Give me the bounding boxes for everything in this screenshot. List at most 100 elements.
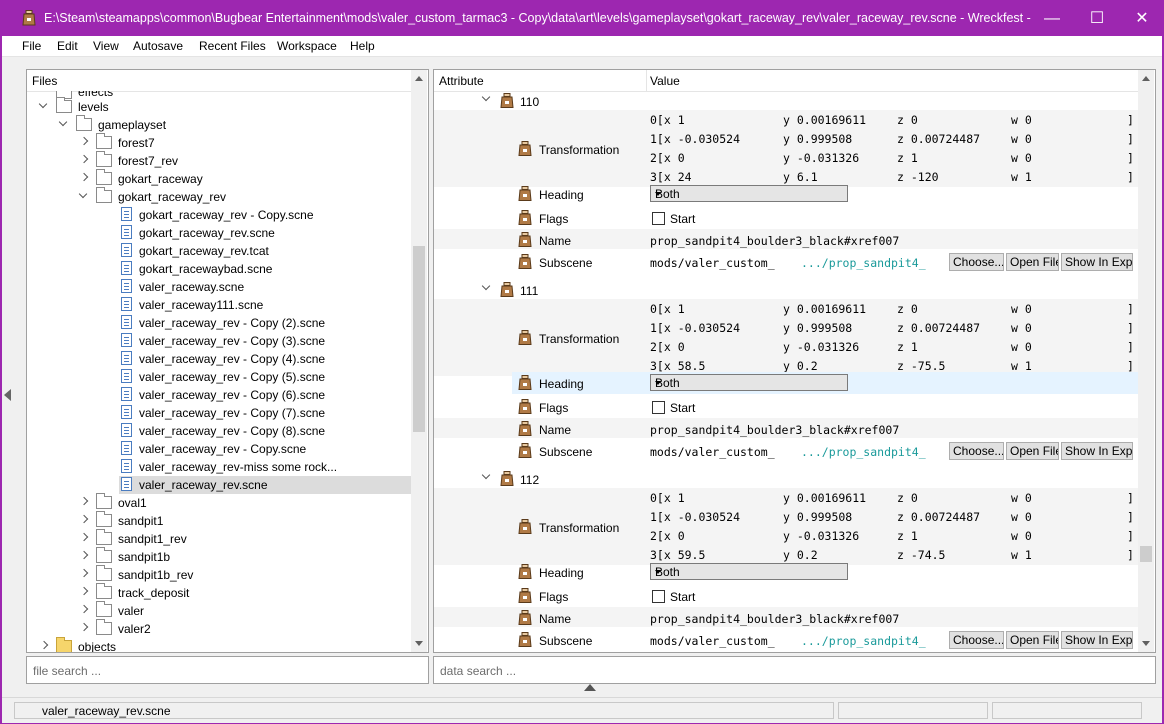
chevron-down-icon[interactable] <box>79 191 89 201</box>
chevron-right-icon[interactable] <box>79 137 89 147</box>
files-scrollbar[interactable] <box>411 70 427 652</box>
files-scroll-thumb[interactable] <box>413 246 425 432</box>
chevron-down-icon[interactable] <box>482 94 492 104</box>
matrix-cell[interactable]: ] <box>1127 302 1134 316</box>
file-item[interactable]: valer_raceway_rev - Copy (8).scne <box>27 422 411 440</box>
chevron-right-icon[interactable] <box>79 551 89 561</box>
matrix-cell[interactable]: w 0 <box>1011 151 1032 165</box>
heading-dropdown[interactable]: Both <box>650 563 848 580</box>
matrix-cell[interactable]: y 0.2 <box>783 548 818 562</box>
close-button[interactable]: ✕ <box>1127 8 1157 30</box>
matrix-cell[interactable]: ] <box>1127 529 1134 543</box>
matrix-cell[interactable]: 1[x -0.030524 <box>650 132 740 146</box>
folder-item[interactable]: sandpit1_rev <box>27 529 411 548</box>
choose-button[interactable]: Choose... <box>949 253 1004 271</box>
file-item[interactable]: valer_raceway_rev.scne <box>119 476 411 494</box>
folder-item[interactable]: valer <box>27 601 411 620</box>
start-checkbox[interactable] <box>652 590 665 603</box>
matrix-cell[interactable]: y 0.999508 <box>783 132 852 146</box>
folder-item[interactable]: track_deposit <box>27 583 411 602</box>
file-item[interactable]: gokart_raceway_rev.tcat <box>27 242 411 260</box>
matrix-cell[interactable]: z 0.00724487 <box>897 321 980 335</box>
matrix-cell[interactable]: w 1 <box>1011 548 1032 562</box>
folder-item[interactable]: forest7 <box>27 133 411 152</box>
scroll-up-icon[interactable] <box>415 76 423 81</box>
chevron-down-icon[interactable] <box>39 101 49 111</box>
choose-button[interactable]: Choose... <box>949 442 1004 460</box>
matrix-cell[interactable]: w 0 <box>1011 302 1032 316</box>
file-search-box[interactable] <box>26 656 429 684</box>
matrix-cell[interactable]: y -0.031326 <box>783 151 859 165</box>
matrix-cell[interactable]: y 0.2 <box>783 359 818 373</box>
matrix-cell[interactable]: z 0.00724487 <box>897 510 980 524</box>
open-file-button[interactable]: Open File <box>1006 253 1059 271</box>
matrix-cell[interactable]: w 0 <box>1011 491 1032 505</box>
matrix-cell[interactable]: 3[x 59.5 <box>650 548 705 562</box>
folder-item[interactable]: objects <box>27 637 411 652</box>
matrix-cell[interactable]: ] <box>1127 113 1134 127</box>
matrix-cell[interactable]: y 0.00169611 <box>783 491 866 505</box>
chevron-down-icon[interactable] <box>482 472 492 482</box>
choose-button[interactable]: Choose... <box>949 631 1004 649</box>
matrix-cell[interactable]: ] <box>1127 510 1134 524</box>
matrix-cell[interactable]: 3[x 58.5 <box>650 359 705 373</box>
matrix-cell[interactable]: y 6.1 <box>783 170 818 184</box>
file-item[interactable]: gokart_racewaybad.scne <box>27 260 411 278</box>
matrix-cell[interactable]: w 0 <box>1011 321 1032 335</box>
file-item[interactable]: valer_raceway_rev - Copy.scne <box>27 440 411 458</box>
attributes-scroll-thumb[interactable] <box>1140 546 1152 562</box>
matrix-cell[interactable]: z 0.00724487 <box>897 132 980 146</box>
folder-item[interactable]: sandpit1b <box>27 547 411 566</box>
name-value[interactable]: prop_sandpit4_boulder3_black#xref007 <box>650 234 899 248</box>
matrix-cell[interactable]: ] <box>1127 340 1134 354</box>
subscene-path[interactable]: mods/valer_custom_ <box>650 445 775 459</box>
chevron-right-icon[interactable] <box>79 533 89 543</box>
file-item[interactable]: valer_raceway.scne <box>27 278 411 296</box>
folder-item[interactable]: sandpit1b_rev <box>27 565 411 584</box>
file-item[interactable]: valer_raceway_rev - Copy (4).scne <box>27 350 411 368</box>
matrix-cell[interactable]: w 0 <box>1011 529 1032 543</box>
open-file-button[interactable]: Open File <box>1006 631 1059 649</box>
open-file-button[interactable]: Open File <box>1006 442 1059 460</box>
matrix-cell[interactable]: y 0.999508 <box>783 321 852 335</box>
file-item[interactable]: gokart_raceway_rev.scne <box>27 224 411 242</box>
chevron-right-icon[interactable] <box>79 605 89 615</box>
matrix-cell[interactable]: z 1 <box>897 340 918 354</box>
matrix-cell[interactable]: w 0 <box>1011 510 1032 524</box>
heading-dropdown[interactable]: Both <box>650 185 848 202</box>
matrix-cell[interactable]: z 0 <box>897 113 918 127</box>
scroll-down-icon[interactable] <box>415 641 423 646</box>
chevron-right-icon[interactable] <box>79 587 89 597</box>
chevron-down-icon[interactable] <box>482 283 492 293</box>
matrix-cell[interactable]: ] <box>1127 151 1134 165</box>
file-item[interactable]: valer_raceway_rev-miss some rock... <box>27 458 411 476</box>
matrix-cell[interactable]: y -0.031326 <box>783 529 859 543</box>
matrix-cell[interactable]: z -75.5 <box>897 359 945 373</box>
scroll-up-icon[interactable] <box>1142 76 1150 81</box>
menu-file[interactable]: File <box>22 39 41 53</box>
show-in-explorer-button[interactable]: Show In Explorer <box>1061 442 1133 460</box>
chevron-right-icon[interactable] <box>79 497 89 507</box>
subscene-path[interactable]: mods/valer_custom_ <box>650 256 775 270</box>
file-item[interactable]: valer_raceway_rev - Copy (5).scne <box>27 368 411 386</box>
matrix-cell[interactable]: 1[x -0.030524 <box>650 510 740 524</box>
file-item[interactable]: valer_raceway_rev - Copy (6).scne <box>27 386 411 404</box>
matrix-cell[interactable]: 0[x 1 <box>650 491 685 505</box>
matrix-cell[interactable]: z 0 <box>897 302 918 316</box>
maximize-button[interactable]: ☐ <box>1082 8 1112 30</box>
chevron-right-icon[interactable] <box>79 569 89 579</box>
chevron-down-icon[interactable] <box>59 119 69 129</box>
matrix-cell[interactable]: ] <box>1127 170 1134 184</box>
start-checkbox[interactable] <box>652 401 665 414</box>
matrix-cell[interactable]: z 1 <box>897 529 918 543</box>
start-checkbox[interactable] <box>652 212 665 225</box>
chevron-right-icon[interactable] <box>79 155 89 165</box>
chevron-right-icon[interactable] <box>39 641 49 651</box>
matrix-cell[interactable]: z 1 <box>897 151 918 165</box>
matrix-cell[interactable]: y -0.031326 <box>783 340 859 354</box>
folder-item[interactable]: sandpit1 <box>27 511 411 530</box>
matrix-cell[interactable]: y 0.00169611 <box>783 302 866 316</box>
folder-item[interactable]: gokart_raceway_rev <box>27 187 411 206</box>
subscene-file-link[interactable]: .../prop_sandpit4_ <box>801 634 926 648</box>
matrix-cell[interactable]: ] <box>1127 548 1134 562</box>
